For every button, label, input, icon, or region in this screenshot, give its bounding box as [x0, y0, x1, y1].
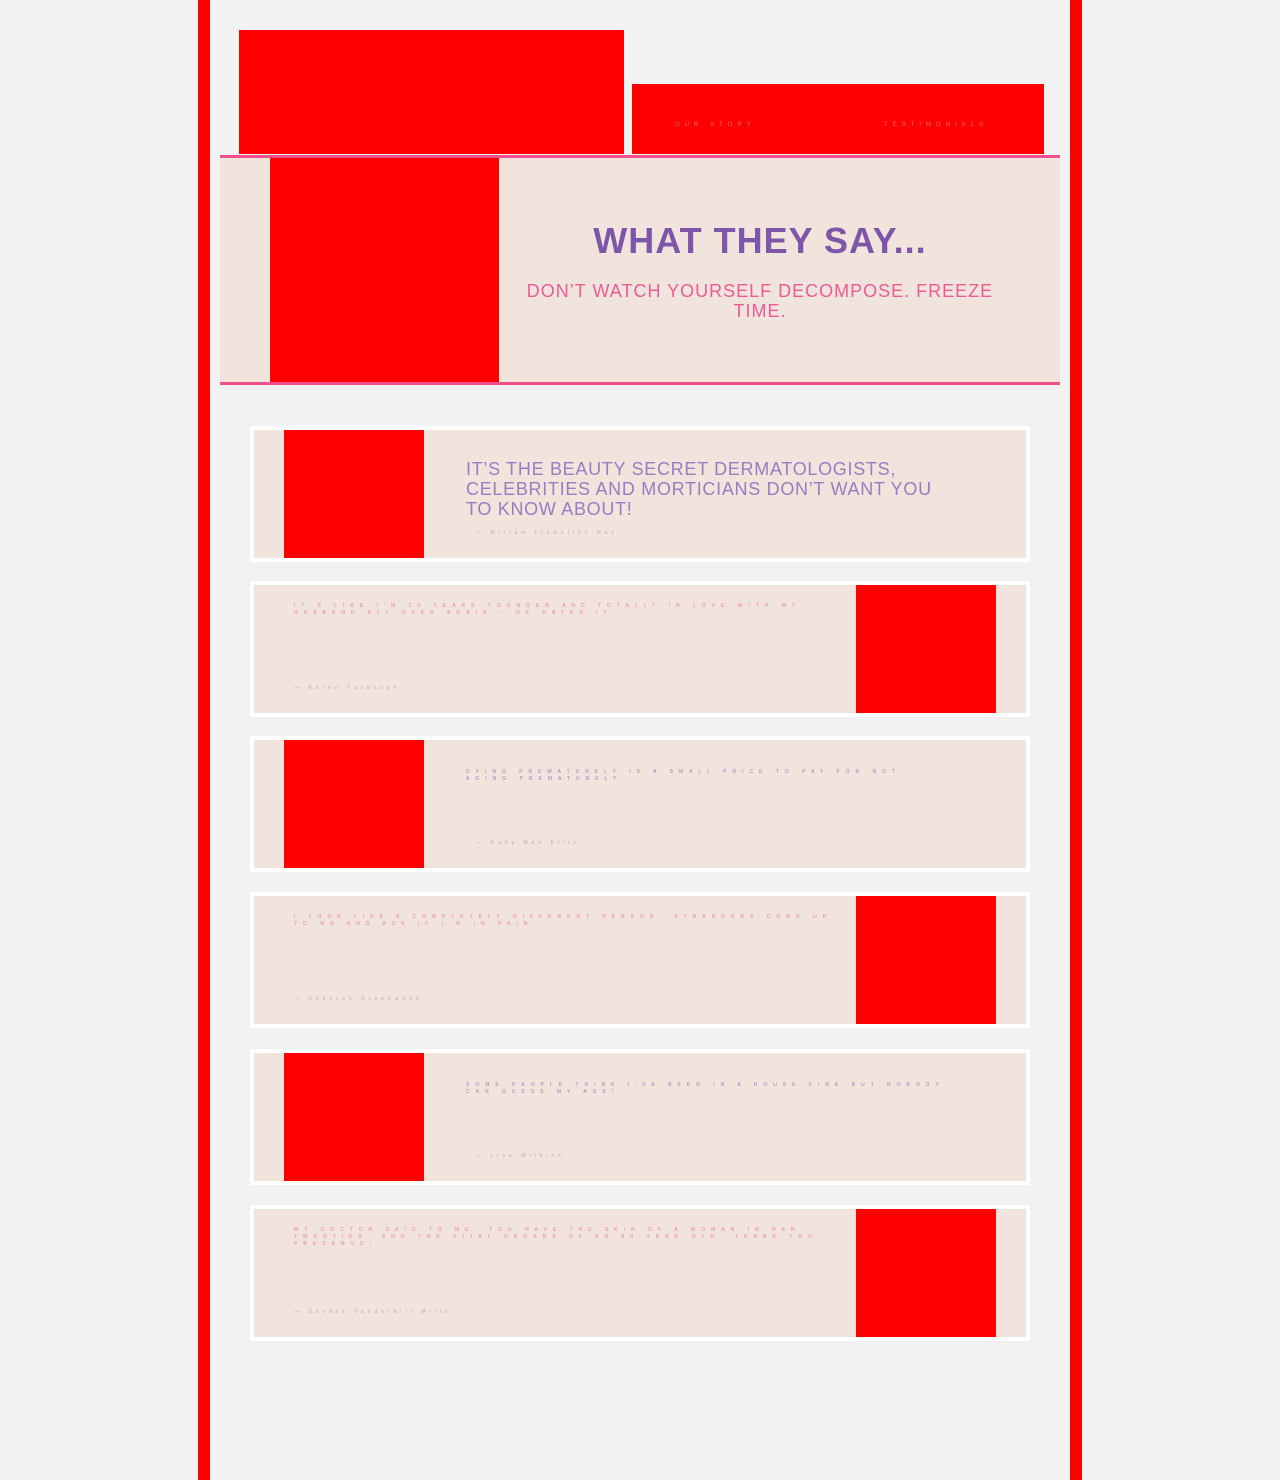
- testimonial-author: — Deborah Greenwood: [294, 996, 423, 1002]
- testimonial-photo: [856, 1209, 996, 1337]
- site-logo[interactable]: [239, 30, 624, 154]
- testimonial-author: — Lisa Wilkins: [476, 1153, 565, 1159]
- testimonial-card: My doctor said to me 'You have the skin …: [250, 1205, 1030, 1341]
- testimonial-photo: [856, 585, 996, 713]
- nav-link-testimonials[interactable]: Testimonials: [884, 122, 988, 128]
- hero-image: [270, 158, 499, 382]
- page: Our Story Testimonials WHAT THEY SAY... …: [0, 0, 1280, 1480]
- page-title: WHAT THEY SAY...: [593, 220, 927, 261]
- testimonial-quote: Dying prematurely is a small price to pa…: [466, 769, 901, 782]
- hero-banner: WHAT THEY SAY... DON’T WATCH YOURSELF DE…: [220, 155, 1060, 385]
- testimonial-photo: [284, 740, 424, 868]
- testimonial-photo: [284, 1053, 424, 1181]
- testimonial-photo: [856, 896, 996, 1024]
- testimonial-card: I look like a completely different perso…: [250, 892, 1030, 1028]
- testimonial-quote: I look like a completely different perso…: [294, 914, 833, 927]
- testimonial-author: — Miriam Llewellyn-Hay: [476, 530, 618, 536]
- testimonial-photo: [284, 430, 424, 558]
- testimonial-author: — Karen Yarbough: [294, 685, 401, 691]
- testimonial-card: It’s like I’m 20 years younger and total…: [250, 581, 1030, 717]
- testimonial-card: IT’S THE BEAUTY SECRET DERMATOLOGISTS, C…: [250, 426, 1030, 562]
- testimonial-quote: It’s like I’m 20 years younger and total…: [294, 603, 802, 616]
- testimonial-card: Dying prematurely is a small price to pa…: [250, 736, 1030, 872]
- testimonial-author: — Ruby Mae Ellis: [476, 840, 580, 846]
- testimonial-author: — Sandra Vanderbilt Mills: [294, 1309, 452, 1315]
- nav-link-our-story[interactable]: Our Story: [675, 122, 755, 128]
- hero-subtitle: DON’T WATCH YOURSELF DECOMPOSE. FREEZE T…: [526, 281, 994, 321]
- main-nav: Our Story Testimonials: [632, 84, 1044, 154]
- left-border-bar: [198, 0, 210, 1480]
- testimonial-quote: IT’S THE BEAUTY SECRET DERMATOLOGISTS, C…: [466, 459, 932, 519]
- right-border-bar: [1070, 0, 1082, 1480]
- testimonial-quote: Some people think I've been in a house f…: [466, 1082, 945, 1095]
- testimonial-quote: My doctor said to me 'You have the skin …: [294, 1227, 818, 1247]
- testimonial-card: Some people think I've been in a house f…: [250, 1049, 1030, 1185]
